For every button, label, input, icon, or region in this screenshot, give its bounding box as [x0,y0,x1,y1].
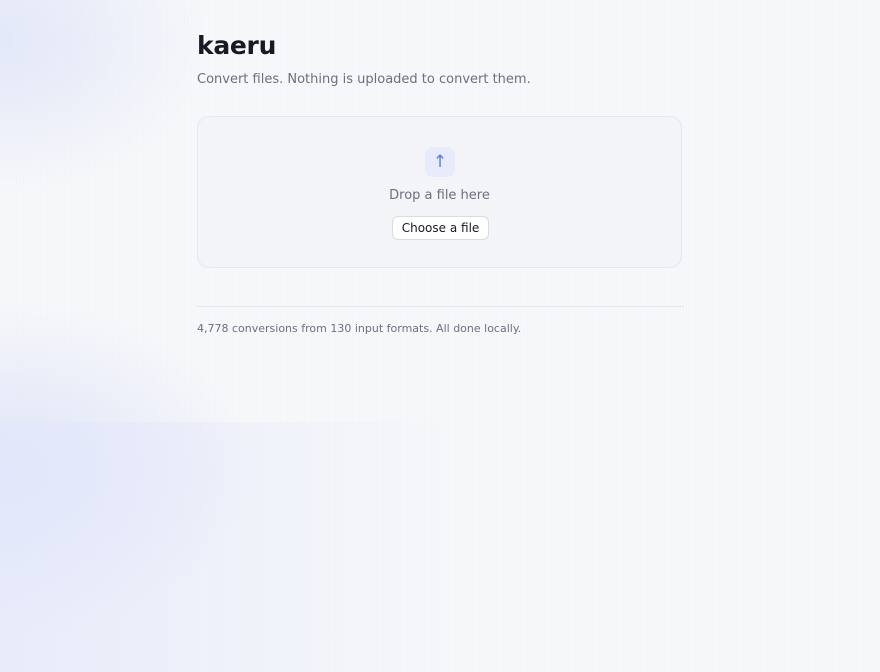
page-subtitle: Convert files. Nothing is uploaded to co… [197,72,531,87]
file-dropzone[interactable]: ↑ Drop a file here Choose a file [197,116,682,268]
footer-stats: 4,778 conversions from 130 input formats… [197,322,522,335]
dropzone-label: Drop a file here [389,188,490,203]
main-content: kaeru Convert files. Nothing is uploaded… [197,30,684,347]
choose-file-button[interactable]: Choose a file [392,216,489,240]
upload-arrow-icon: ↑ [425,147,455,177]
divider [197,306,684,307]
background-band [0,422,880,672]
page-title: kaeru [197,31,277,60]
